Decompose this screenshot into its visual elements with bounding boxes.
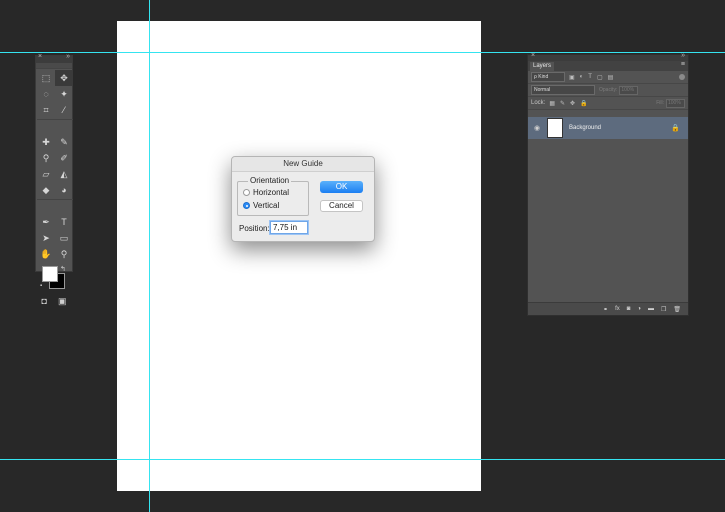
hand-icon[interactable]: ✋ [37,246,55,262]
blend-row: Normal Opacity: 100% [528,84,688,97]
foreground-color-swatch[interactable] [42,266,58,282]
ok-button[interactable]: OK [320,181,363,193]
dialog-title: New Guide [232,157,374,172]
smart-object-filter-icon[interactable]: ▤ [608,74,614,81]
rectangle-icon[interactable]: ▭ [55,230,73,246]
screen-mode-icon[interactable]: ▣ [58,296,67,307]
new-layer-icon[interactable]: ❐ [661,306,666,313]
lasso-icon[interactable]: ◌ [37,86,55,102]
lock-transparency-icon[interactable]: ▦ [549,100,555,107]
layer-thumbnail [547,118,563,138]
new-guide-dialog: New Guide Orientation Horizontal Vertica… [231,156,375,242]
adjustment-layer-icon[interactable]: ◑ [637,306,641,312]
vertical-label: Vertical [253,201,280,210]
layers-footer: ⚭ fx ◙ ◑ ▬ ❐ 🗑 [528,302,688,315]
layer-name[interactable]: Background [569,125,601,131]
document-canvas[interactable] [117,21,481,491]
zoom-icon[interactable]: ⚲ [55,246,73,262]
type-filter-icon[interactable]: T [588,74,592,80]
link-layers-icon[interactable]: ⚭ [603,306,608,313]
lock-label: Lock: [531,100,546,106]
blend-mode-select[interactable]: Normal [531,85,595,95]
tools-panel: × » ⬚ ✥ ◌ ✦ ⌗ ⁄ ✚ ✎ ⚲ ✐ ▱ ◭ ◆ ◕ ✒ T ➤ ▭ ✋ ⚲ ▪ ↰ ◘ ▣ [35,53,73,306]
visibility-eye-icon[interactable]: ◉ [534,124,544,132]
panel-menu-icon[interactable]: ≡ [681,61,685,68]
adjustment-filter-icon[interactable]: ◐ [580,74,584,80]
vertical-guide[interactable] [149,0,150,512]
lock-all-icon[interactable]: 🔒 [580,100,587,107]
lock-position-icon[interactable]: ✥ [570,100,575,107]
move-icon[interactable]: ✥ [55,70,73,86]
dodge-icon[interactable]: ◕ [55,182,73,198]
close-icon[interactable]: × [38,53,42,60]
crop-icon[interactable]: ⌗ [37,102,55,118]
position-input[interactable]: 7,75 in [270,221,308,234]
kind-filter-select[interactable]: ρ Kind [531,72,565,82]
orientation-group: Orientation Horizontal Vertical [237,176,309,216]
path-selection-icon[interactable]: ➤ [37,230,55,246]
blur-icon[interactable]: ◆ [37,182,55,198]
lock-row: Lock: ▦ ✎ ✥ 🔒 Fill: 100% [528,97,688,110]
horizontal-label: Horizontal [253,188,290,197]
horizontal-guide[interactable] [0,459,725,460]
tab-layers[interactable]: Layers [530,62,555,71]
collapse-icon[interactable]: » [66,53,70,60]
tool-separator [37,199,73,202]
tool-grid: ⬚ ✥ ◌ ✦ ⌗ ⁄ ✚ ✎ ⚲ ✐ ▱ ◭ ◆ ◕ ✒ T ➤ ▭ ✋ ⚲ [36,69,73,262]
lock-icon: 🔒 [671,125,680,132]
default-colors-icon[interactable]: ▪ [40,283,42,289]
collapse-icon[interactable]: » [681,52,685,59]
type-icon[interactable]: T [55,214,73,230]
shape-filter-icon[interactable]: ▢ [597,74,603,81]
filter-row: ρ Kind ▣ ◐ T ▢ ▤ [528,71,688,84]
horizontal-guide[interactable] [0,52,725,53]
pen-icon[interactable]: ✒ [37,214,55,230]
swap-colors-icon[interactable]: ↰ [60,265,66,273]
horizontal-radio[interactable] [243,189,250,196]
tools-panel-titlebar: × » [36,53,72,63]
delete-layer-icon[interactable]: 🗑 [673,306,681,313]
eraser-icon[interactable]: ▱ [37,166,55,182]
layer-style-icon[interactable]: fx [615,306,620,312]
vertical-option[interactable]: Vertical [243,201,279,210]
brush-icon[interactable]: ✎ [55,134,73,150]
paint-bucket-icon[interactable]: ◭ [55,166,73,182]
layers-panel: × » Layers ≡ ρ Kind ▣ ◐ T ▢ ▤ Normal Opa… [527,52,689,316]
tools-bottom-row: ◘ ▣ [36,296,72,307]
layer-mask-icon[interactable]: ◙ [627,306,631,312]
position-label: Position: [239,224,270,233]
fill-label: Fill: [656,100,664,106]
clone-stamp-icon[interactable]: ⚲ [37,150,55,166]
new-group-icon[interactable]: ▬ [648,306,654,312]
fill-field[interactable]: 100% [666,98,685,108]
healing-brush-icon[interactable]: ✚ [37,134,55,150]
cancel-button[interactable]: Cancel [320,200,363,212]
color-swatches: ▪ ↰ [36,264,72,294]
marquee-icon[interactable]: ⬚ [37,70,55,86]
layers-tabbar: Layers ≡ [528,61,688,71]
opacity-label: Opacity: [599,87,618,93]
magic-wand-icon[interactable]: ✦ [55,86,73,102]
history-brush-icon[interactable]: ✐ [55,150,73,166]
close-icon[interactable]: × [531,52,535,59]
vertical-radio[interactable] [243,202,250,209]
tool-separator [37,119,73,122]
opacity-field[interactable]: 100% [619,85,639,95]
eyedropper-icon[interactable]: ⁄ [55,102,73,118]
layer-row[interactable]: ◉ Background 🔒 [528,117,688,139]
orientation-label: Orientation [248,176,292,185]
horizontal-option[interactable]: Horizontal [243,188,289,197]
lock-pixels-icon[interactable]: ✎ [560,100,565,107]
filter-toggle[interactable] [679,74,685,80]
pixel-filter-icon[interactable]: ▣ [569,74,575,81]
quick-mask-icon[interactable]: ◘ [42,296,47,307]
